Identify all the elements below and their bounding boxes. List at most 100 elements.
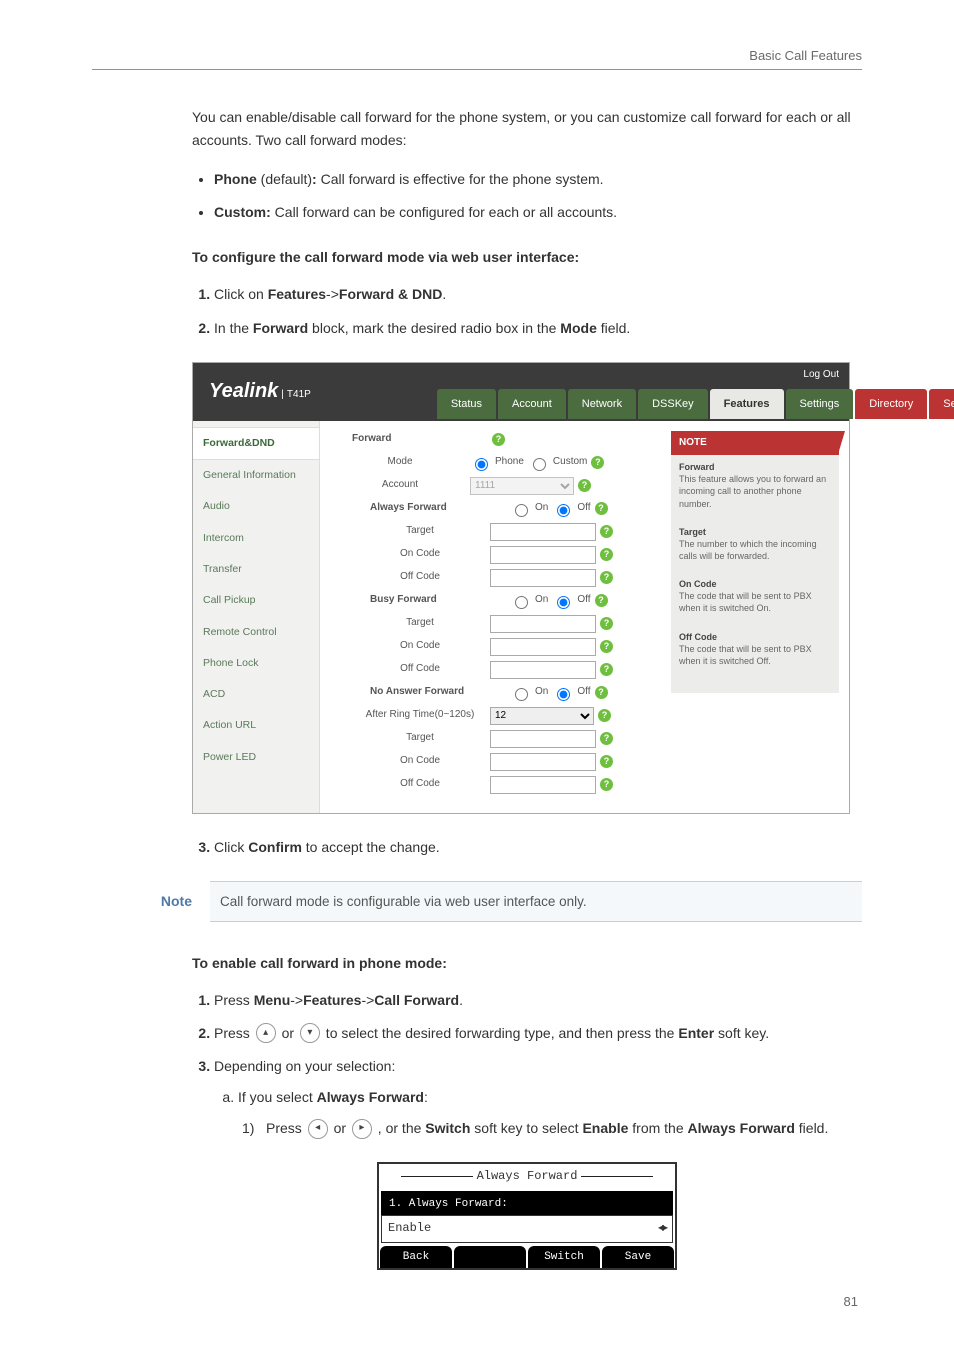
- label-afterring: After Ring Time(0~120s): [330, 707, 490, 724]
- lcd-arrows-icon: ◂▸: [658, 1219, 666, 1239]
- t: Target: [679, 527, 706, 537]
- input-busy-oncode[interactable]: [490, 638, 596, 656]
- t: Enable: [582, 1120, 628, 1136]
- note-panel-head: NOTE: [671, 431, 839, 456]
- tab-settings[interactable]: Settings: [786, 389, 854, 419]
- label-offcode: Off Code: [330, 569, 490, 586]
- input-noanswer-target[interactable]: [490, 730, 596, 748]
- sidebar-item-acd[interactable]: ACD: [193, 679, 319, 710]
- tab-network[interactable]: Network: [568, 389, 636, 419]
- help-icon[interactable]: ?: [598, 709, 611, 722]
- tab-features[interactable]: Features: [710, 389, 784, 419]
- select-account[interactable]: 1111: [470, 477, 574, 495]
- tab-account[interactable]: Account: [498, 389, 566, 419]
- tab-status[interactable]: Status: [437, 389, 496, 419]
- help-icon[interactable]: ?: [600, 663, 613, 676]
- t: Menu: [254, 992, 291, 1008]
- label-target: Target: [330, 615, 490, 632]
- t: Features: [268, 286, 326, 302]
- tab-directory[interactable]: Directory: [855, 389, 927, 419]
- radio-noanswer-off[interactable]: [557, 688, 570, 701]
- help-icon[interactable]: ?: [492, 433, 505, 446]
- sidebar-item-transfer[interactable]: Transfer: [193, 554, 319, 585]
- left-key-icon: ◂: [308, 1119, 328, 1139]
- softkey-back[interactable]: Back: [380, 1246, 452, 1268]
- t: or: [330, 1120, 350, 1136]
- sidebar-item-general[interactable]: General Information: [193, 460, 319, 491]
- steps-configure: Click on Features->Forward & DND. In the…: [192, 283, 862, 339]
- sidebar-item-callpickup[interactable]: Call Pickup: [193, 585, 319, 616]
- sidebar-item-powerled[interactable]: Power LED: [193, 742, 319, 773]
- help-icon[interactable]: ?: [600, 617, 613, 630]
- input-always-oncode[interactable]: [490, 546, 596, 564]
- softkey-switch[interactable]: Switch: [528, 1246, 600, 1268]
- tab-dsskey[interactable]: DSSKey: [638, 389, 708, 419]
- radio-busy-on[interactable]: [515, 596, 528, 609]
- step-3: Click Confirm to accept the change.: [214, 836, 862, 859]
- help-icon[interactable]: ?: [578, 479, 591, 492]
- bullet-phone-after: (default): [257, 171, 312, 187]
- help-icon[interactable]: ?: [600, 525, 613, 538]
- t: block, mark the desired radio box in the: [308, 320, 560, 336]
- radio-always-on[interactable]: [515, 504, 528, 517]
- t: to select the desired forwarding type, a…: [322, 1025, 678, 1041]
- help-icon[interactable]: ?: [595, 594, 608, 607]
- t: Enter: [678, 1025, 714, 1041]
- sidebar-item-phonelock[interactable]: Phone Lock: [193, 648, 319, 679]
- label-oncode: On Code: [330, 753, 490, 770]
- input-busy-offcode[interactable]: [490, 661, 596, 679]
- help-icon[interactable]: ?: [591, 456, 604, 469]
- help-icon[interactable]: ?: [600, 640, 613, 653]
- radio-mode-phone[interactable]: [475, 458, 488, 471]
- t: Forward: [253, 320, 308, 336]
- step-2: In the Forward block, mark the desired r…: [214, 317, 862, 340]
- t: Forward & DND: [339, 286, 442, 302]
- t: :: [424, 1089, 428, 1105]
- t: Forward: [679, 462, 715, 472]
- bullet-custom-bold: Custom:: [214, 204, 271, 220]
- sidebar-item-forward-dnd[interactable]: Forward&DND: [193, 427, 319, 460]
- radio-mode-custom[interactable]: [533, 458, 546, 471]
- help-icon[interactable]: ?: [595, 502, 608, 515]
- input-noanswer-offcode[interactable]: [490, 776, 596, 794]
- lcd-softkeys: Back Switch Save: [379, 1246, 675, 1268]
- t: Off: [577, 592, 590, 609]
- label-busy-forward: Busy Forward: [330, 592, 510, 609]
- help-icon[interactable]: ?: [600, 778, 613, 791]
- bullet-custom: Custom: Call forward can be configured f…: [214, 201, 862, 224]
- help-icon[interactable]: ?: [600, 571, 613, 584]
- t: to accept the change.: [302, 839, 440, 855]
- top-tabs: Status Account Network DSSKey Features S…: [437, 389, 954, 419]
- t: from the: [628, 1120, 687, 1136]
- sidebar-item-audio[interactable]: Audio: [193, 491, 319, 522]
- softkey-save[interactable]: Save: [602, 1246, 674, 1268]
- t: If you select: [238, 1089, 317, 1105]
- radio-always-off[interactable]: [557, 504, 570, 517]
- input-always-target[interactable]: [490, 523, 596, 541]
- sidebar-item-remote[interactable]: Remote Control: [193, 617, 319, 648]
- t: Off: [577, 500, 590, 517]
- note-panel-body: ForwardThis feature allows you to forwar…: [671, 455, 839, 693]
- right-key-icon: ▸: [352, 1119, 372, 1139]
- help-icon[interactable]: ?: [600, 732, 613, 745]
- tab-security[interactable]: Security: [929, 389, 954, 419]
- label-oncode: On Code: [330, 638, 490, 655]
- help-icon[interactable]: ?: [600, 548, 613, 561]
- input-noanswer-oncode[interactable]: [490, 753, 596, 771]
- radio-busy-off[interactable]: [557, 596, 570, 609]
- t: On: [535, 592, 548, 609]
- logout-link[interactable]: Log Out: [803, 367, 839, 384]
- help-icon[interactable]: ?: [600, 755, 613, 768]
- sidebar-item-actionurl[interactable]: Action URL: [193, 710, 319, 741]
- lcd-row-highlight: 1. Always Forward:: [381, 1191, 673, 1215]
- note-row: Note Call forward mode is configurable v…: [92, 881, 862, 922]
- t: Off Code: [679, 632, 717, 642]
- webui-header: Yealink|T41P Log Out Status Account Netw…: [193, 363, 849, 421]
- note-panel: NOTE ForwardThis feature allows you to f…: [671, 431, 839, 799]
- sidebar-item-intercom[interactable]: Intercom: [193, 523, 319, 554]
- input-always-offcode[interactable]: [490, 569, 596, 587]
- select-afterring[interactable]: 12: [490, 707, 594, 725]
- help-icon[interactable]: ?: [595, 686, 608, 699]
- input-busy-target[interactable]: [490, 615, 596, 633]
- radio-noanswer-on[interactable]: [515, 688, 528, 701]
